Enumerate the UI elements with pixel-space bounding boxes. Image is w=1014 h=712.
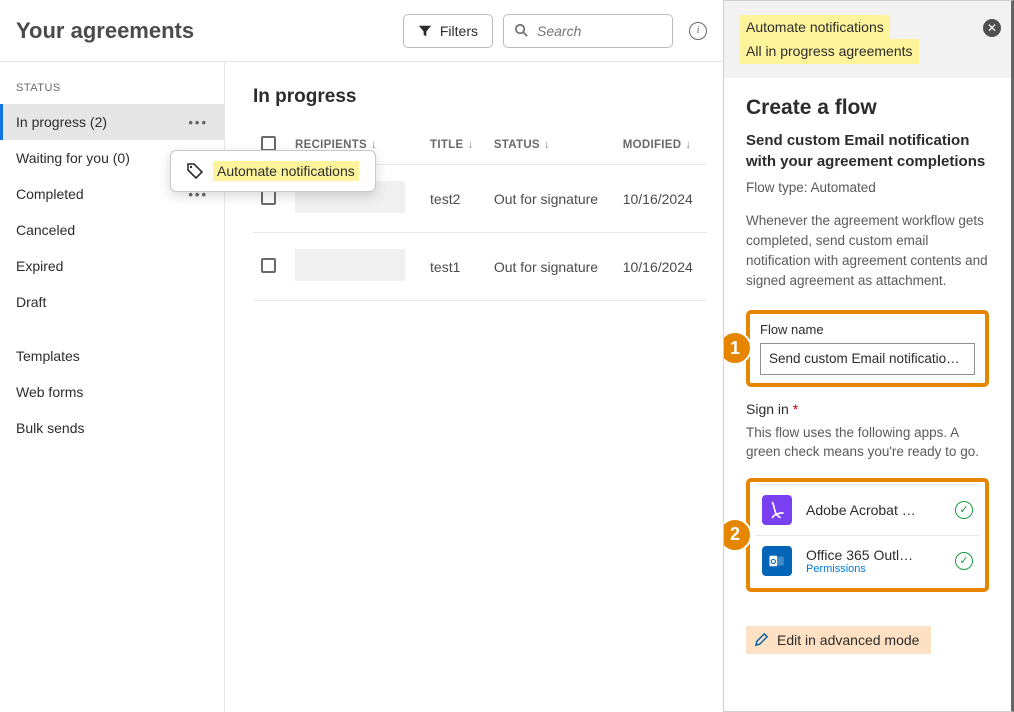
pencil-icon	[754, 632, 769, 647]
cell-status: Out for signature	[486, 165, 615, 233]
panel-hl-line1: Automate notifications	[740, 15, 890, 39]
search-input-wrap[interactable]	[503, 14, 673, 48]
app-row-outlook[interactable]: O Office 365 Outl… Permissions ✓	[756, 535, 979, 586]
sidebar-item-in-progress[interactable]: In progress (2) •••	[0, 104, 224, 140]
create-flow-panel: Automate notifications All in progress a…	[723, 0, 1014, 712]
callout-badge-2: 2	[724, 518, 752, 552]
sidebar-item-label: Bulk sends	[16, 420, 84, 436]
panel-title: Create a flow	[746, 96, 989, 120]
cell-title: test1	[422, 233, 486, 301]
sidebar-item-label: Expired	[16, 258, 63, 274]
filters-button[interactable]: Filters	[403, 14, 493, 48]
funnel-icon	[418, 24, 432, 38]
sort-icon: ↓	[467, 139, 473, 151]
flow-name-input[interactable]	[760, 343, 975, 375]
cell-status: Out for signature	[486, 233, 615, 301]
col-modified[interactable]: MODIFIED↓	[615, 130, 707, 165]
search-icon	[514, 23, 529, 38]
sidebar-item-label: Templates	[16, 348, 80, 364]
info-icon[interactable]: i	[689, 22, 707, 40]
close-panel-button[interactable]: ✕	[983, 19, 1001, 37]
status-ok-icon: ✓	[955, 501, 973, 519]
sidebar-item-label: Draft	[16, 294, 46, 310]
sidebar-item-bulksends[interactable]: Bulk sends	[0, 410, 224, 446]
automate-notifications-action[interactable]: Automate notifications	[177, 155, 369, 187]
more-icon[interactable]: •••	[188, 115, 208, 130]
outlook-icon: O	[762, 546, 792, 576]
signin-label: Sign in *	[746, 401, 989, 417]
col-title[interactable]: TITLE↓	[422, 130, 486, 165]
sort-icon: ↓	[544, 139, 550, 151]
table-row[interactable]: test1 Out for signature 10/16/2024	[253, 233, 707, 301]
sidebar-heading: STATUS	[0, 82, 224, 104]
app-name: Office 365 Outl…	[806, 547, 916, 563]
sidebar-item-label: Waiting for you (0)	[16, 150, 130, 166]
sidebar-item-expired[interactable]: Expired	[0, 248, 224, 284]
signin-description: This flow uses the following apps. A gre…	[746, 423, 989, 462]
content-title: In progress	[253, 86, 707, 108]
acrobat-icon	[762, 495, 792, 525]
sidebar-item-label: Web forms	[16, 384, 83, 400]
flow-type: Flow type: Automated	[746, 180, 989, 195]
status-ok-icon: ✓	[955, 552, 973, 570]
search-input[interactable]	[537, 23, 662, 39]
close-icon: ✕	[987, 21, 997, 35]
flow-name-label: Flow name	[760, 322, 975, 337]
page-title: Your agreements	[16, 18, 393, 44]
sidebar-item-webforms[interactable]: Web forms	[0, 374, 224, 410]
cell-title: test2	[422, 165, 486, 233]
panel-header: Automate notifications All in progress a…	[724, 1, 1011, 78]
cell-modified: 10/16/2024	[615, 233, 707, 301]
sidebar-item-label: Completed	[16, 186, 84, 202]
panel-subtitle: Send custom Email notification with your…	[746, 130, 989, 172]
sidebar-item-label: Canceled	[16, 222, 75, 238]
sidebar-item-label: In progress (2)	[16, 114, 107, 130]
automate-notifications-label: Automate notifications	[213, 161, 359, 181]
topbar: Your agreements Filters i	[0, 0, 723, 62]
select-all-checkbox[interactable]	[261, 136, 276, 151]
panel-hl-line2: All in progress agreements	[740, 39, 919, 63]
svg-text:O: O	[770, 557, 776, 566]
callout-badge-1: 1	[724, 331, 752, 365]
recipient-redacted	[295, 249, 405, 281]
app-row-acrobat[interactable]: Adobe Acrobat … ✓	[756, 484, 979, 535]
sidebar-item-draft[interactable]: Draft	[0, 284, 224, 320]
tag-icon	[187, 163, 203, 179]
sort-icon: ↓	[371, 139, 377, 151]
edit-advanced-button[interactable]: Edit in advanced mode	[746, 626, 931, 654]
panel-description: Whenever the agreement workflow gets com…	[746, 211, 989, 292]
required-asterisk: *	[793, 401, 798, 417]
edit-advanced-label: Edit in advanced mode	[777, 632, 919, 648]
flow-name-section: 1 Flow name	[746, 310, 989, 387]
col-status[interactable]: STATUS↓	[486, 130, 615, 165]
row-checkbox[interactable]	[261, 258, 276, 273]
apps-section: 2 Adobe Acrobat … ✓ O Office 365 Outl… P…	[746, 478, 989, 592]
sidebar-item-canceled[interactable]: Canceled	[0, 212, 224, 248]
sort-icon: ↓	[685, 139, 691, 151]
app-name: Adobe Acrobat …	[806, 502, 916, 518]
row-actions-popover: Automate notifications	[170, 150, 376, 192]
permissions-link[interactable]: Permissions	[806, 563, 941, 575]
cell-modified: 10/16/2024	[615, 165, 707, 233]
sidebar-item-templates[interactable]: Templates	[0, 338, 224, 374]
filters-label: Filters	[440, 23, 478, 39]
